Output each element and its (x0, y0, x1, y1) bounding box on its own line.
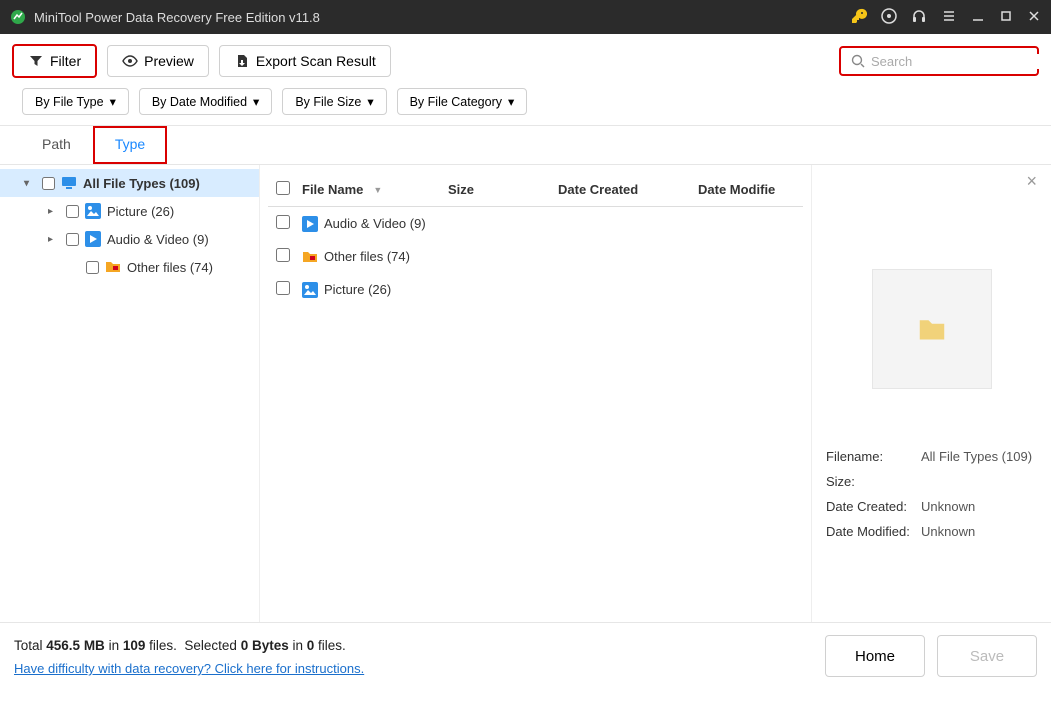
col-file-name[interactable]: File Name▼ (298, 182, 448, 197)
detail-panel: × Filename:All File Types (109) Size: Da… (811, 165, 1051, 622)
value-date-created: Unknown (921, 499, 975, 514)
search-input[interactable] (871, 54, 1047, 69)
tree-checkbox[interactable] (66, 233, 79, 246)
row-label: Picture (26) (324, 282, 391, 297)
tab-path[interactable]: Path (20, 126, 93, 164)
tree-label: Audio & Video (9) (107, 232, 209, 247)
col-size[interactable]: Size (448, 182, 558, 197)
tabs: Path Type (0, 126, 1051, 165)
folder-icon (918, 315, 946, 343)
filter-label: Filter (50, 53, 81, 69)
eye-icon (122, 53, 138, 69)
main: ▾ All File Types (109) ▸ Picture (26) ▸ … (0, 165, 1051, 622)
row-label: Audio & Video (9) (324, 216, 426, 231)
minimize-icon[interactable] (971, 9, 985, 26)
key-icon[interactable] (851, 8, 867, 27)
search-icon (851, 53, 865, 69)
value-date-modified: Unknown (921, 524, 975, 539)
row-checkbox[interactable] (276, 281, 290, 295)
headphones-icon[interactable] (911, 8, 927, 27)
picture-icon (302, 282, 318, 298)
filter-date-modified[interactable]: By Date Modified▾ (139, 88, 272, 115)
row-label: Other files (74) (324, 249, 410, 264)
disc-icon[interactable] (881, 8, 897, 27)
chevron-down-icon: ▾ (367, 94, 373, 109)
chevron-right-icon[interactable]: ▸ (48, 206, 60, 217)
tree-checkbox[interactable] (66, 205, 79, 218)
chevron-down-icon: ▾ (253, 94, 259, 109)
filter-row: By File Type▾ By Date Modified▾ By File … (0, 78, 1051, 126)
close-icon[interactable]: × (1026, 171, 1037, 192)
row-checkbox[interactable] (276, 215, 290, 229)
folder-icon (302, 249, 318, 265)
select-all-checkbox[interactable] (276, 181, 290, 195)
filter-file-category[interactable]: By File Category▾ (397, 88, 528, 115)
tree-checkbox[interactable] (86, 261, 99, 274)
filter-file-type[interactable]: By File Type▾ (22, 88, 129, 115)
preview-label: Preview (144, 53, 194, 69)
toolbar: Filter Preview Export Scan Result (0, 34, 1051, 78)
value-filename: All File Types (109) (921, 449, 1032, 464)
filter-icon (28, 53, 44, 69)
tree-all-file-types[interactable]: ▾ All File Types (109) (0, 169, 259, 197)
monitor-icon (61, 175, 77, 191)
tree-label: Other files (74) (127, 260, 213, 275)
statusbar: Total 456.5 MB in 109 files. Selected 0 … (0, 622, 1051, 701)
sort-caret-icon: ▼ (373, 185, 382, 195)
export-label: Export Scan Result (256, 53, 376, 69)
status-text: Total 456.5 MB in 109 files. Selected 0 … (14, 635, 364, 681)
col-date-created[interactable]: Date Created (558, 182, 698, 197)
close-icon[interactable] (1027, 9, 1041, 26)
preview-button[interactable]: Preview (107, 45, 209, 77)
titlebar: MiniTool Power Data Recovery Free Editio… (0, 0, 1051, 34)
label-size: Size: (826, 474, 921, 489)
list-item[interactable]: Picture (26) (268, 273, 803, 306)
filter-file-size[interactable]: By File Size▾ (282, 88, 386, 115)
label-date-created: Date Created: (826, 499, 921, 514)
chevron-down-icon[interactable]: ▾ (24, 178, 36, 189)
chevron-down-icon: ▾ (110, 94, 116, 109)
export-button[interactable]: Export Scan Result (219, 45, 391, 77)
window-title: MiniTool Power Data Recovery Free Editio… (34, 10, 851, 25)
list-header: File Name▼ Size Date Created Date Modifi… (268, 177, 803, 207)
thumbnail (872, 269, 992, 389)
chevron-down-icon: ▾ (508, 94, 514, 109)
file-list: File Name▼ Size Date Created Date Modifi… (260, 165, 811, 622)
tree: ▾ All File Types (109) ▸ Picture (26) ▸ … (0, 165, 260, 622)
menu-icon[interactable] (941, 8, 957, 27)
tree-other-files[interactable]: Other files (74) (0, 253, 259, 281)
label-date-modified: Date Modified: (826, 524, 921, 539)
folder-icon (105, 259, 121, 275)
home-button[interactable]: Home (825, 635, 925, 677)
picture-icon (85, 203, 101, 219)
label-filename: Filename: (826, 449, 921, 464)
list-item[interactable]: Audio & Video (9) (268, 207, 803, 240)
col-date-modified[interactable]: Date Modifie (698, 182, 803, 197)
video-icon (302, 216, 318, 232)
tree-label: Picture (26) (107, 204, 174, 219)
tree-label: All File Types (109) (83, 176, 200, 191)
help-link[interactable]: Have difficulty with data recovery? Clic… (14, 661, 364, 676)
tree-picture[interactable]: ▸ Picture (26) (0, 197, 259, 225)
filter-button[interactable]: Filter (12, 44, 97, 78)
search-box[interactable] (839, 46, 1039, 76)
tree-checkbox[interactable] (42, 177, 55, 190)
save-button[interactable]: Save (937, 635, 1037, 677)
video-icon (85, 231, 101, 247)
row-checkbox[interactable] (276, 248, 290, 262)
app-logo-icon (10, 9, 26, 25)
tab-type[interactable]: Type (93, 126, 167, 164)
maximize-icon[interactable] (999, 9, 1013, 26)
list-item[interactable]: Other files (74) (268, 240, 803, 273)
chevron-right-icon[interactable]: ▸ (48, 234, 60, 245)
tree-audio-video[interactable]: ▸ Audio & Video (9) (0, 225, 259, 253)
export-icon (234, 53, 250, 69)
